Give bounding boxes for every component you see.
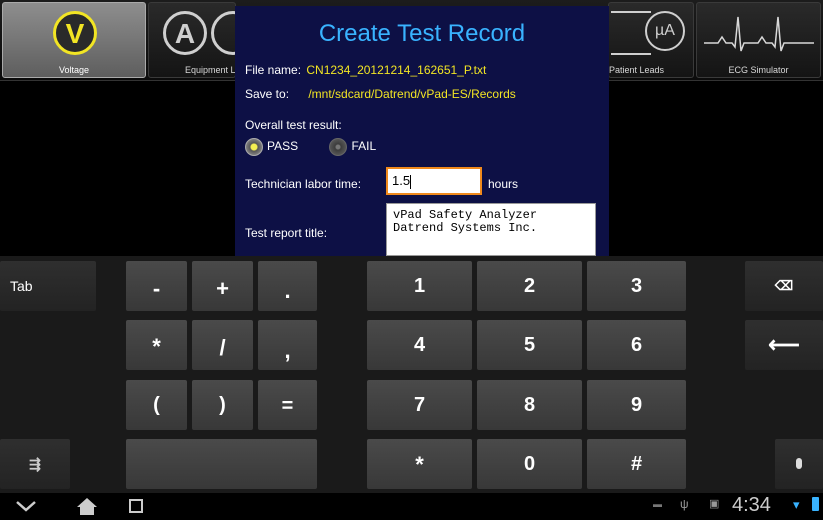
hours-label: hours	[488, 177, 519, 191]
key-0[interactable]: 0	[477, 439, 582, 489]
numeric-keyboard: Tab ⇶ - + . 1 2 3 ⌫ * / , 4 5 6 ⟵ ( ) = …	[0, 256, 823, 493]
key-2[interactable]: 2	[477, 261, 582, 311]
dialog-title: Create Test Record	[318, 20, 526, 47]
microphone-icon	[796, 458, 802, 470]
key-4[interactable]: 4	[367, 320, 472, 370]
key-plus[interactable]: +	[192, 261, 253, 311]
result-radio-group: PASS FAIL	[245, 138, 376, 156]
recent-apps-icon[interactable]	[127, 496, 145, 516]
toolbar-equipment-leakage[interactable]: A Equipment Leakage	[148, 2, 255, 78]
hide-keyboard-icon[interactable]	[14, 496, 38, 516]
android-debug-icon: ▣	[709, 498, 720, 510]
key-close-paren[interactable]: )	[192, 380, 253, 430]
key-9[interactable]: 9	[587, 380, 686, 430]
save-to-row: Save to: /mnt/sdcard/Datrend/vPad-ES/Rec…	[245, 87, 516, 101]
key-6[interactable]: 6	[587, 320, 686, 370]
ammeter-icon: A	[163, 11, 207, 55]
toolbar-ecg-label: ECG Simulator	[728, 65, 789, 75]
settings-key[interactable]: ⇶	[0, 439, 70, 489]
settings-sliders-icon: ⇶	[29, 456, 41, 472]
voltage-icon: V	[53, 11, 97, 55]
key-slash[interactable]: /	[192, 320, 253, 370]
enter-key[interactable]: ⟵	[745, 320, 823, 370]
fail-radio[interactable]	[329, 138, 348, 156]
file-name-value: CN1234_20121214_162651_P.txt	[306, 63, 487, 77]
labor-time-value: 1.5	[392, 173, 411, 188]
report-title-label: Test report title:	[245, 226, 328, 240]
backspace-key[interactable]: ⌫	[745, 261, 823, 311]
create-test-record-dialog: Create Test Record File name: CN1234_201…	[235, 6, 609, 256]
toolbar-equipment-label: Equipment Leakage	[185, 65, 235, 75]
space-key[interactable]	[126, 439, 317, 489]
toolbar-patient-label: Patient Leads	[609, 65, 665, 75]
battery-icon	[812, 497, 819, 511]
usb-icon: ψ	[680, 497, 689, 511]
toolbar-patient-leads[interactable]: µA Patient Leads	[608, 2, 694, 78]
fail-option[interactable]: FAIL	[329, 138, 376, 156]
key-1[interactable]: 1	[367, 261, 472, 311]
key-comma[interactable]: ,	[258, 320, 317, 370]
backspace-icon: ⌫	[774, 278, 794, 293]
key-period[interactable]: .	[258, 261, 317, 311]
key-asterisk[interactable]: *	[126, 320, 187, 370]
pass-radio[interactable]	[245, 138, 263, 156]
clock: 4:34	[732, 494, 771, 516]
wifi-icon: ▾	[793, 497, 800, 512]
key-open-paren[interactable]: (	[126, 380, 187, 430]
text-cursor	[410, 174, 412, 189]
overall-result-label: Overall test result:	[245, 118, 342, 132]
toolbar-voltage-label: Voltage	[58, 65, 90, 75]
tab-key[interactable]: Tab	[0, 261, 96, 311]
microamp-icon: µA	[645, 11, 685, 51]
key-minus[interactable]: -	[126, 261, 187, 311]
save-to-value: /mnt/sdcard/Datrend/vPad-ES/Records	[308, 87, 516, 101]
key-hash[interactable]: #	[587, 439, 686, 489]
ecg-waveform-icon	[704, 16, 814, 52]
file-name-label: File name:	[245, 63, 302, 77]
system-bar: ▬ ψ ▣ 4:34 ▾	[0, 493, 823, 520]
pass-option[interactable]: PASS	[245, 138, 298, 156]
toolbar-voltage[interactable]: V Voltage	[2, 2, 146, 78]
labor-time-label: Technician labor time:	[245, 177, 362, 191]
key-3[interactable]: 3	[587, 261, 686, 311]
report-title-input[interactable]: vPad Safety Analyzer Datrend Systems Inc…	[386, 203, 596, 256]
key-equals[interactable]: =	[258, 380, 317, 430]
labor-time-input[interactable]: 1.5	[386, 167, 482, 195]
fail-label: FAIL	[351, 139, 377, 154]
pass-label: PASS	[267, 139, 299, 154]
enter-arrow-icon: ⟵	[768, 332, 800, 357]
home-icon[interactable]	[76, 496, 98, 516]
file-name-row: File name: CN1234_20121214_162651_P.txt	[245, 63, 486, 77]
report-title-line-2: Datrend Systems Inc.	[393, 221, 538, 235]
key-8[interactable]: 8	[477, 380, 582, 430]
save-to-label: Save to:	[245, 87, 290, 101]
voice-input-key[interactable]	[775, 439, 823, 489]
key-7[interactable]: 7	[367, 380, 472, 430]
keyboard-status-icon: ▬	[653, 499, 662, 509]
key-star[interactable]: *	[367, 439, 472, 489]
toolbar-ecg-simulator[interactable]: ECG Simulator	[696, 2, 821, 78]
key-5[interactable]: 5	[477, 320, 582, 370]
